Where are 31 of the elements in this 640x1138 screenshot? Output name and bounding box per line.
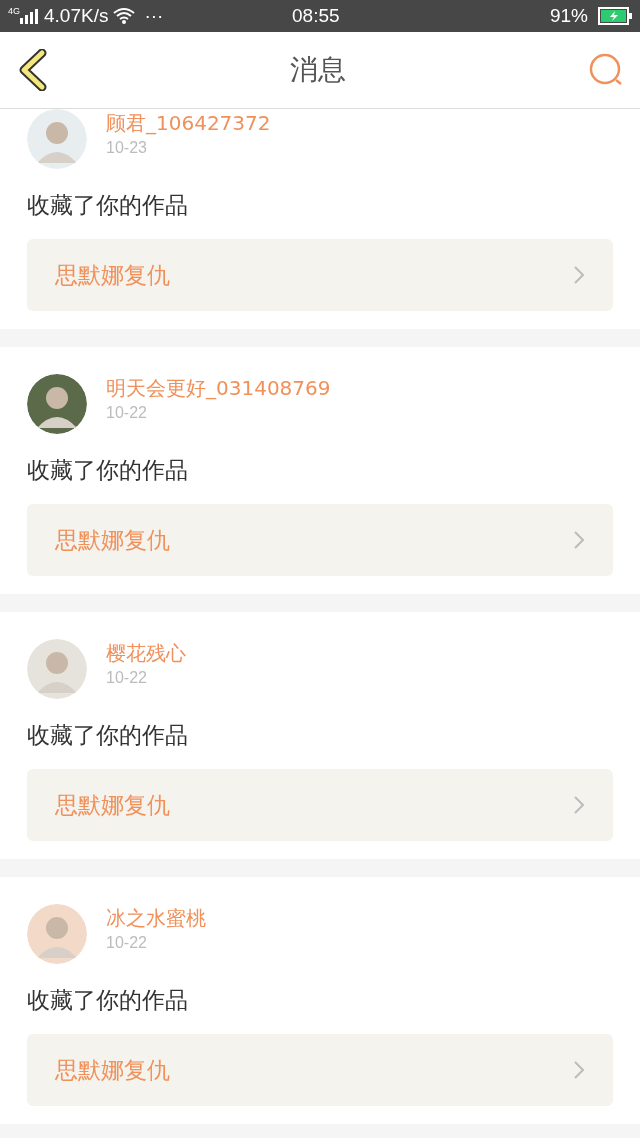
message-date: 10-23 bbox=[106, 138, 148, 158]
work-link[interactable]: 思默娜复仇 bbox=[27, 769, 613, 841]
message-text: 收藏了你的作品 bbox=[27, 721, 189, 750]
avatar[interactable] bbox=[27, 374, 87, 434]
chevron-right-icon bbox=[573, 265, 585, 285]
username[interactable]: 樱花残心 bbox=[106, 639, 186, 667]
network-type: 4G bbox=[8, 5, 20, 18]
username[interactable]: 明天会更好_031408769 bbox=[106, 374, 331, 402]
more-indicator: ··· bbox=[144, 3, 164, 28]
message-text: 收藏了你的作品 bbox=[27, 456, 189, 485]
clock: 08:55 bbox=[292, 3, 340, 28]
work-link[interactable]: 思默娜复仇 bbox=[27, 239, 613, 311]
battery-icon bbox=[598, 7, 632, 25]
work-link[interactable]: 思默娜复仇 bbox=[27, 504, 613, 576]
page-title: 消息 bbox=[290, 52, 346, 88]
chevron-right-icon bbox=[573, 795, 585, 815]
signal-icon bbox=[20, 8, 40, 24]
username[interactable]: 冰之水蜜桃 bbox=[106, 904, 206, 932]
battery-percent: 91% bbox=[549, 3, 588, 28]
chevron-right-icon bbox=[573, 530, 585, 550]
wifi-icon bbox=[112, 7, 137, 25]
work-link[interactable]: 思默娜复仇 bbox=[27, 1034, 613, 1106]
message-date: 10-22 bbox=[106, 668, 148, 688]
network-speed: 4.07K/s bbox=[44, 3, 109, 28]
search-icon[interactable] bbox=[588, 52, 624, 88]
message-date: 10-22 bbox=[106, 403, 148, 423]
chevron-right-icon bbox=[573, 1060, 585, 1080]
message-text: 收藏了你的作品 bbox=[27, 191, 189, 220]
username[interactable]: 顾君_106427372 bbox=[106, 109, 271, 137]
message-date: 10-22 bbox=[106, 933, 148, 953]
message-text: 收藏了你的作品 bbox=[27, 986, 189, 1015]
